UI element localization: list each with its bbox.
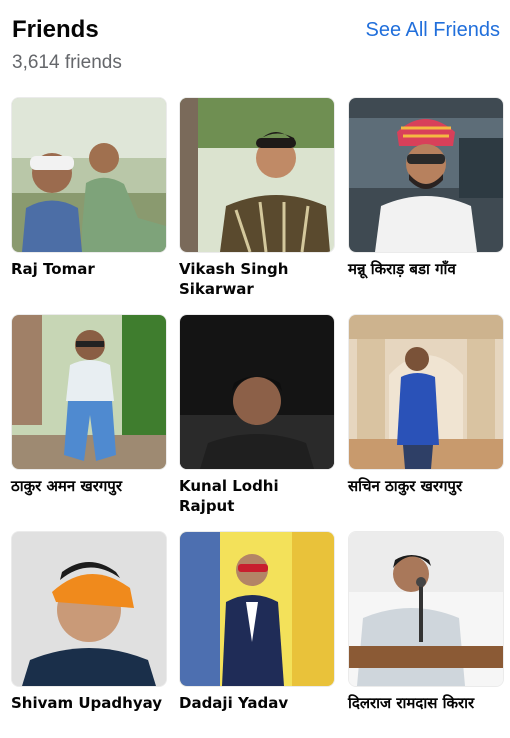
friend-name[interactable]: मन्नू किराड़ बडा गाँव xyxy=(348,259,504,279)
friend-name[interactable]: Shivam Upadhyay xyxy=(11,693,167,713)
friend-count: 3,614 friends xyxy=(12,52,122,73)
friend-name[interactable]: Dadaji Yadav xyxy=(179,693,335,713)
friend-photo[interactable] xyxy=(348,531,504,687)
friend-photo[interactable] xyxy=(11,97,167,253)
friend-photo[interactable] xyxy=(179,314,335,470)
friend-name[interactable]: सचिन ठाकुर खरगपुर xyxy=(348,476,504,496)
friend-photo[interactable] xyxy=(348,314,504,470)
friends-header: Friends 3,614 friends See All Friends xyxy=(12,14,500,80)
friend-photo[interactable] xyxy=(179,97,335,253)
friend-photo[interactable] xyxy=(11,531,167,687)
friend-name[interactable]: दिलराज रामदास किरार xyxy=(348,693,504,713)
friend-name[interactable]: ठाकुर अमन खरगपुर xyxy=(11,476,167,496)
friend-photo[interactable] xyxy=(179,531,335,687)
friend-name[interactable]: Kunal Lodhi Rajput xyxy=(179,476,335,516)
see-all-friends-link[interactable]: See All Friends xyxy=(365,16,500,44)
section-title: Friends xyxy=(12,16,99,43)
friend-name[interactable]: Vikash Singh Sikarwar xyxy=(179,259,335,299)
friend-name[interactable]: Raj Tomar xyxy=(11,259,167,279)
friend-photo[interactable] xyxy=(11,314,167,470)
friend-photo[interactable] xyxy=(348,97,504,253)
